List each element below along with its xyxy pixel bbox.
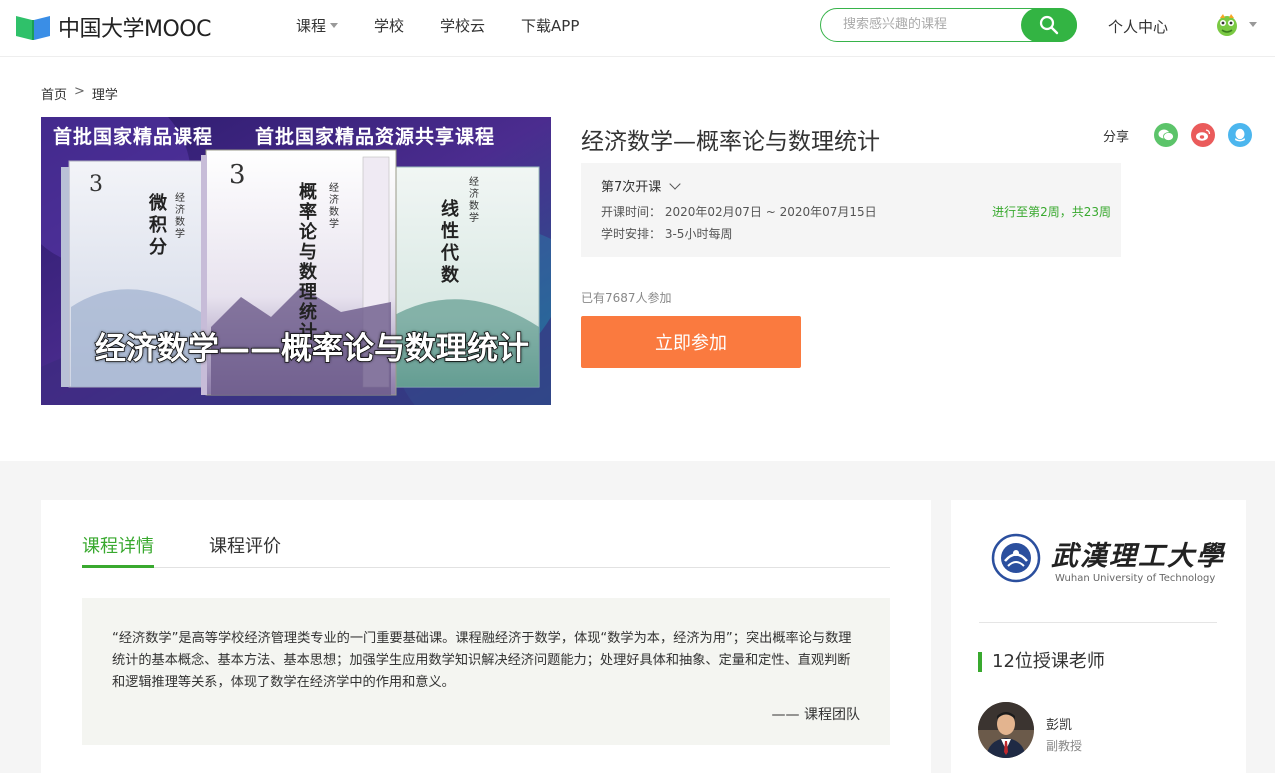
- book2-series: 经济数学: [329, 183, 339, 230]
- teacher-item[interactable]: 彭凯 副教授: [978, 702, 1082, 758]
- teacher-avatar[interactable]: [978, 702, 1034, 758]
- qq-share-icon[interactable]: [1228, 123, 1253, 147]
- breadcrumb: 首页 > 理学: [41, 84, 118, 103]
- term-hours-value: 3-5小时每周: [664, 227, 733, 241]
- qq-icon: [1235, 128, 1246, 141]
- book1-series: 经济数学: [175, 193, 185, 240]
- svg-text:3: 3: [229, 160, 246, 190]
- school-name-en: Wuhan University of Technology: [1055, 573, 1216, 584]
- share-label: 分享: [1103, 129, 1130, 145]
- search-box: [820, 8, 1077, 42]
- nav-school-cloud-label: 学校云: [440, 17, 486, 35]
- cover-banner-left: 首批国家精品课程: [53, 126, 214, 148]
- teachers-heading: 12位授课老师: [978, 652, 1105, 672]
- teacher-rank: 副教授: [1046, 739, 1083, 753]
- breadcrumb-home[interactable]: 首页: [41, 84, 67, 103]
- personal-center-link[interactable]: 个人中心: [1108, 16, 1168, 37]
- wechat-share-icon[interactable]: [1154, 123, 1179, 147]
- nav-courses[interactable]: 课程: [296, 15, 339, 36]
- chevron-down-icon: [669, 177, 681, 190]
- term-dates: 开课时间： 2020年02月07日 ~ 2020年07月15日: [601, 203, 877, 220]
- user-avatar-icon[interactable]: [1214, 12, 1240, 38]
- nav-download-app[interactable]: 下载APP: [521, 15, 579, 36]
- course-cover-image: 3 3 首批国家精品课程 首批国家精品资源共享课程 微积分 经济数学 概率论与数…: [41, 117, 551, 405]
- course-intro: “经济数学”是高等学校经济管理类专业的一门重要基础课。课程融经济于数学，体现“数…: [82, 598, 890, 745]
- logo-text: 中国大学MOOC: [58, 17, 211, 42]
- term-selector[interactable]: 第7次开课: [601, 176, 681, 195]
- school-name-cn[interactable]: 武漢理工大學: [1051, 534, 1225, 573]
- book1-title: 微积分: [149, 193, 167, 258]
- join-course-button[interactable]: 立即参加: [581, 316, 801, 368]
- top-navigation-bar: 中国大学MOOC 课程 学校 学校云 下载APP 个人中心: [0, 0, 1275, 57]
- teacher-photo-icon: [978, 702, 1034, 758]
- tab-course-reviews[interactable]: 课程评价: [209, 532, 281, 568]
- school-teacher-card: 武漢理工大學 Wuhan University of Technology 12…: [951, 500, 1246, 773]
- nav-schools[interactable]: 学校: [374, 15, 404, 36]
- breadcrumb-separator: >: [74, 84, 85, 99]
- weibo-share-icon[interactable]: [1191, 123, 1216, 147]
- university-seal-icon[interactable]: [991, 533, 1041, 583]
- term-info-panel: 第7次开课 开课时间： 2020年02月07日 ~ 2020年07月15日 学时…: [581, 163, 1121, 257]
- cover-banner-right: 首批国家精品资源共享课程: [255, 126, 496, 148]
- breadcrumb-category[interactable]: 理学: [92, 84, 118, 103]
- cover-caption: 经济数学——概率论与数理统计: [94, 330, 530, 368]
- caret-down-icon: [330, 23, 339, 28]
- course-tabs: 课程详情 课程评价: [82, 530, 890, 568]
- nav-download-app-label: 下载APP: [521, 17, 580, 35]
- caret-down-icon[interactable]: [1249, 22, 1257, 27]
- wechat-icon: [1158, 129, 1174, 141]
- main-nav: 课程 学校 学校云 下载APP: [296, 15, 615, 36]
- edition-mark: 3: [89, 172, 103, 197]
- share-bar: 分享: [1103, 123, 1253, 147]
- term-name: 第7次开课: [601, 180, 662, 195]
- nav-school-cloud[interactable]: 学校云: [440, 15, 485, 36]
- tab-course-details[interactable]: 课程详情: [82, 532, 154, 568]
- course-intro-signature: —— 课程团队: [771, 707, 860, 723]
- site-logo[interactable]: 中国大学MOOC: [14, 11, 211, 43]
- mooc-book-icon: [16, 16, 50, 40]
- search-button[interactable]: [1021, 8, 1077, 42]
- course-intro-text: “经济数学”是高等学校经济管理类专业的一门重要基础课。课程融经济于数学，体现“数…: [112, 631, 852, 690]
- term-hours: 学时安排： 3-5小时每周: [601, 225, 732, 242]
- course-detail-card: 课程详情 课程评价 “经济数学”是高等学校经济管理类专业的一门重要基础课。课程融…: [41, 500, 931, 773]
- book3-series: 经济数学: [469, 177, 479, 224]
- divider: [979, 622, 1217, 623]
- nav-schools-label: 学校: [374, 17, 405, 35]
- term-hours-label: 学时安排：: [601, 227, 662, 241]
- teacher-name[interactable]: 彭凯: [1046, 714, 1082, 733]
- nav-courses-label: 课程: [296, 17, 327, 35]
- search-icon: [1039, 15, 1059, 35]
- book2-title: 概率论与数理统计: [299, 182, 317, 343]
- term-progress: 进行至第2周，共23周: [992, 205, 1111, 219]
- term-dates-label: 开课时间：: [601, 205, 662, 219]
- search-input[interactable]: [843, 17, 1018, 32]
- book3-title: 线性代数: [441, 199, 459, 286]
- course-title: 经济数学—概率论与数理统计: [581, 129, 880, 155]
- enrollment-count: 已有7687人参加: [581, 291, 672, 305]
- weibo-icon: [1196, 129, 1211, 141]
- term-dates-value: 2020年02月07日 ~ 2020年07月15日: [664, 205, 877, 219]
- teacher-info: 彭凯 副教授: [1046, 714, 1082, 758]
